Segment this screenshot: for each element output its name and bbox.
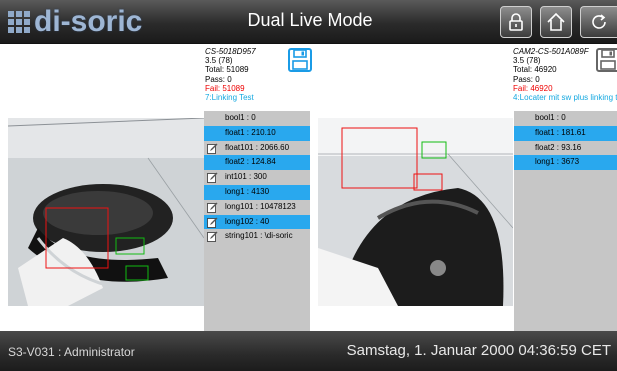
result-row[interactable]: long102 : 40: [204, 214, 310, 230]
camera-name: CS-5018D957: [205, 47, 256, 56]
result-row[interactable]: int101 : 300: [204, 170, 310, 185]
result-row[interactable]: float1 : 210.10: [204, 125, 310, 141]
result-row[interactable]: bool1 : 0: [204, 111, 310, 126]
left-camera-panel: CS-5018D957 3.5 (78) Total: 51089 Pass: …: [0, 44, 312, 331]
result-label: float2 : 93.16: [535, 142, 582, 152]
logo-grid-icon: [8, 11, 30, 33]
right-camera-image[interactable]: [318, 118, 513, 306]
result-label: float1 : 181.61: [535, 127, 586, 137]
result-label: float101 : 2066.60: [225, 142, 290, 152]
status-bar: S3-V031 : Administrator Samstag, 1. Janu…: [0, 331, 617, 371]
result-label: long1 : 3673: [535, 157, 580, 167]
right-camera-view: [318, 118, 513, 306]
fail-count: Fail: 46920: [513, 83, 553, 93]
edit-icon[interactable]: [207, 217, 218, 228]
pass-count: Pass: 0: [205, 74, 232, 84]
result-row[interactable]: float2 : 124.84: [204, 155, 310, 171]
logged-in-user: S3-V031 : Administrator: [8, 345, 135, 359]
right-results-list[interactable]: bool1 : 0 float1 : 181.61 float2 : 93.16 lo…: [514, 111, 617, 331]
logo: di-soric: [8, 3, 142, 41]
result-label: long102 : 40: [225, 216, 270, 226]
edit-icon[interactable]: [207, 172, 218, 184]
result-label: bool1 : 0: [535, 113, 566, 122]
job-name: 4:Locater mit sw plus linking t: [513, 93, 617, 103]
result-row[interactable]: float2 : 93.16: [514, 141, 617, 156]
left-camera-view: [8, 118, 204, 306]
lock-icon: [509, 13, 523, 31]
result-row[interactable]: float1 : 181.61: [514, 125, 617, 141]
edit-icon[interactable]: [207, 202, 218, 213]
left-camera-image[interactable]: [8, 118, 204, 306]
result-label: long101 : 10478123: [225, 201, 296, 211]
save-icon[interactable]: [288, 48, 312, 72]
edit-icon[interactable]: [207, 231, 218, 243]
result-label: bool1 : 0: [225, 113, 256, 122]
result-label: int101 : 300: [225, 172, 267, 182]
fail-count: Fail: 51089: [205, 83, 245, 93]
result-row[interactable]: long101 : 10478123: [204, 200, 310, 215]
left-results-list[interactable]: bool1 : 0 float1 : 210.10 float101 : 2066.…: [204, 111, 310, 331]
refresh-button[interactable]: [580, 6, 617, 38]
refresh-icon: [592, 14, 606, 29]
result-label: string101 : \di-soric: [225, 231, 293, 241]
pass-count: Pass: 0: [513, 74, 540, 84]
logo-text: di-soric: [34, 5, 143, 38]
result-row[interactable]: bool1 : 0: [514, 111, 617, 126]
result-label: long1 : 4130: [225, 186, 270, 196]
left-camera-info: CS-5018D957 3.5 (78) Total: 51089 Pass: …: [205, 47, 256, 102]
page-title: Dual Live Mode: [247, 10, 373, 30]
total-count: Total: 51089: [205, 65, 249, 75]
job-name: 7:Linking Test: [205, 93, 254, 103]
lock-button[interactable]: [500, 6, 532, 38]
home-icon: [547, 12, 565, 31]
result-row[interactable]: long1 : 3673: [514, 155, 617, 171]
result-label: float1 : 210.10: [225, 127, 276, 137]
date-time: Samstag, 1. Januar 2000 04:36:59 CET: [346, 342, 611, 359]
result-row[interactable]: long1 : 4130: [204, 184, 310, 200]
home-button[interactable]: [540, 6, 572, 38]
result-label: float2 : 124.84: [225, 157, 276, 167]
firmware-version: 3.5 (78): [205, 56, 233, 66]
title-bar: di-soric Dual Live Mode: [0, 0, 617, 44]
result-row[interactable]: float101 : 2066.60: [204, 141, 310, 156]
edit-icon[interactable]: [207, 143, 218, 154]
save-icon[interactable]: [596, 48, 617, 72]
right-camera-panel: CAM2-CS-501A089F 3.5 (78) Total: 46920 P…: [310, 44, 617, 331]
result-row[interactable]: string101 : \di-soric: [204, 229, 310, 244]
